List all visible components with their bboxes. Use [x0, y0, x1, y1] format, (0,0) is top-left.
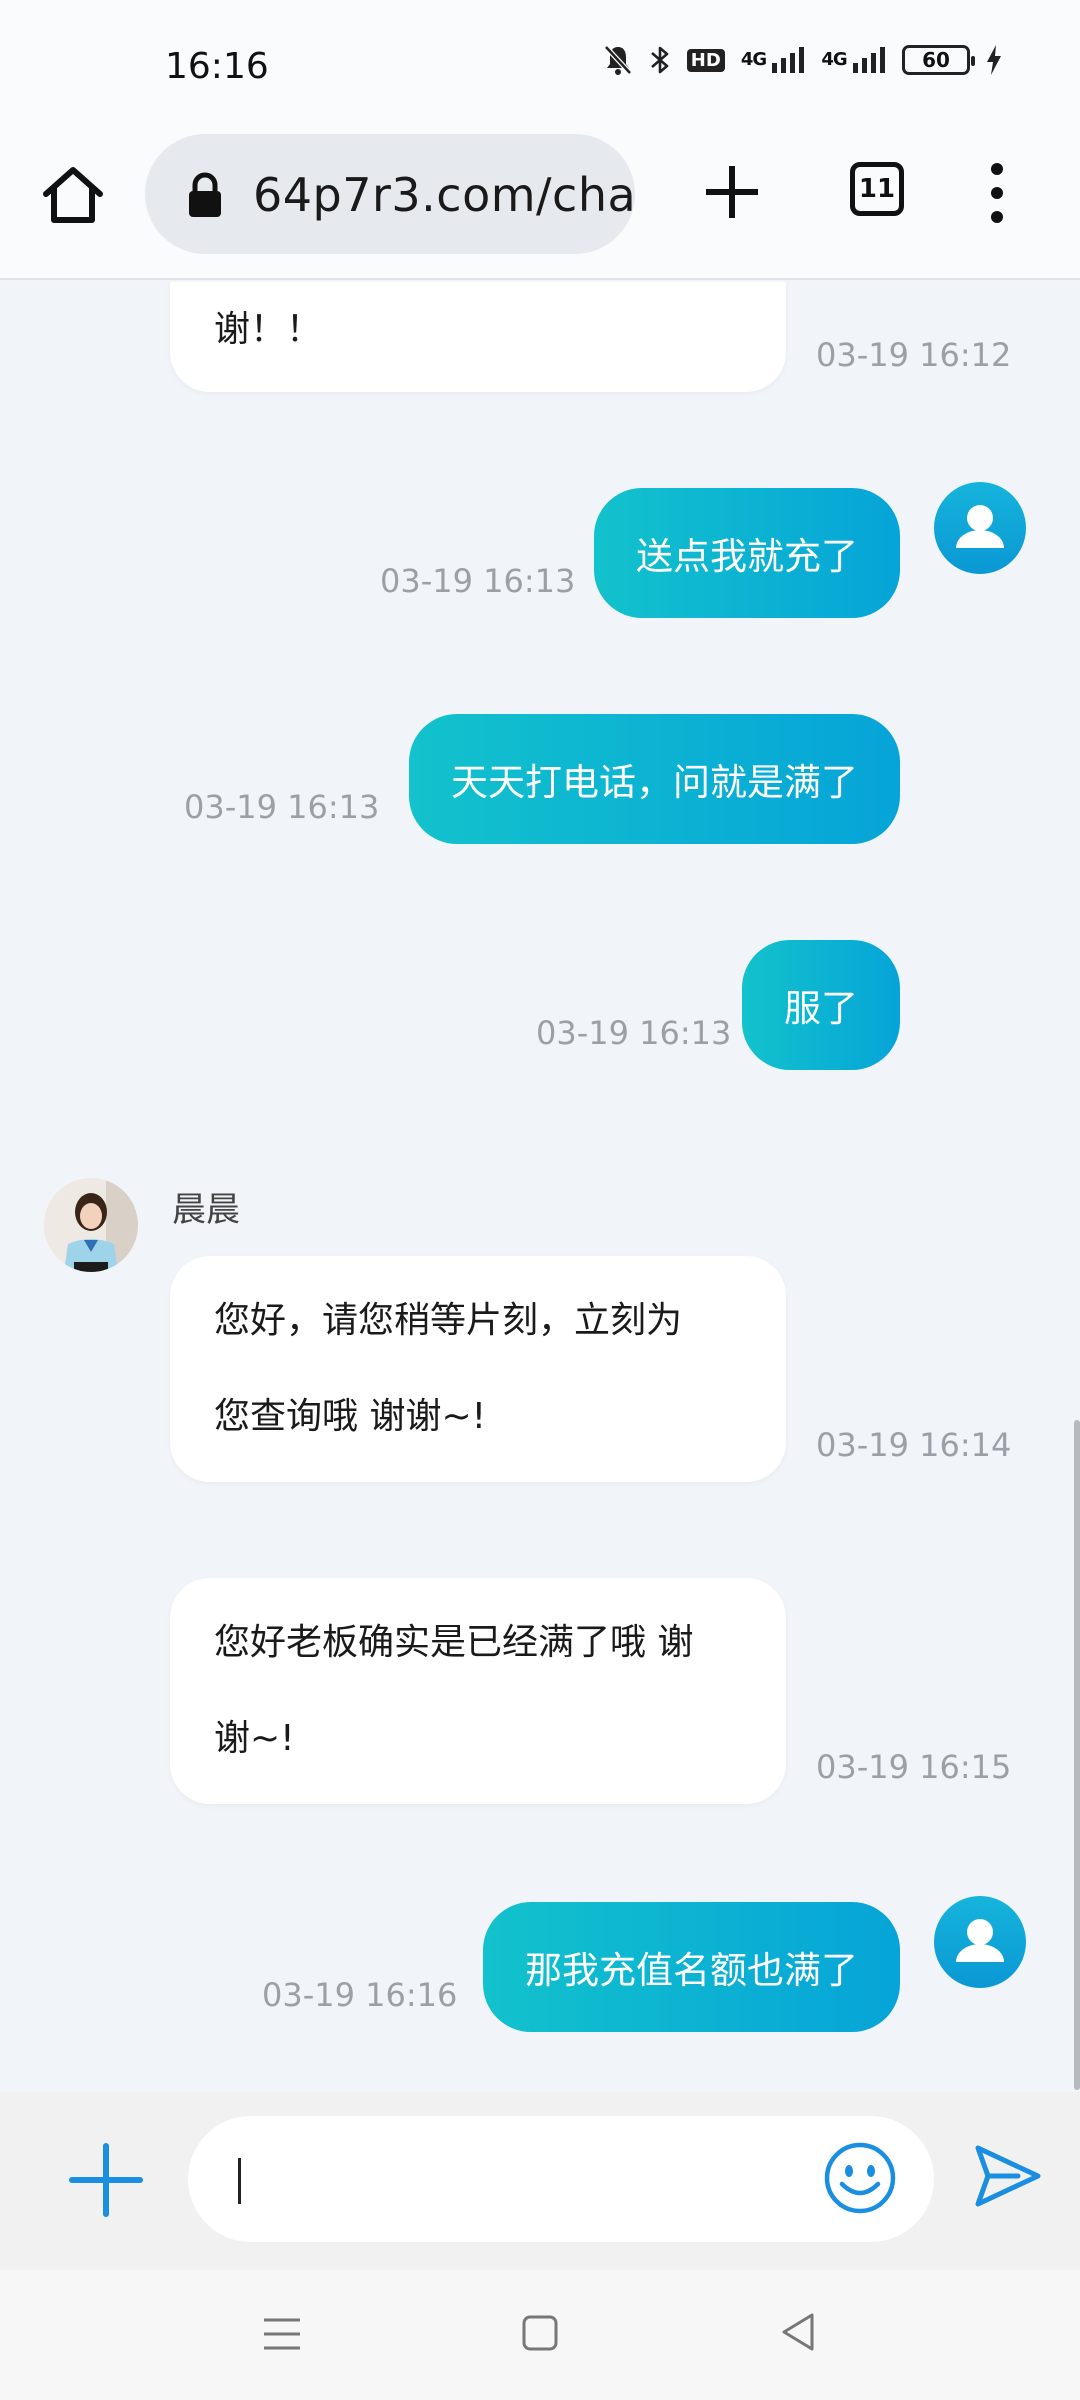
emoji-icon[interactable] — [822, 2140, 898, 2216]
user-avatar — [934, 1896, 1026, 1988]
agent-message: 您好老板确实是已经满了哦 谢 谢~! — [170, 1578, 786, 1804]
chat-area[interactable]: 谢！！ 03-19 16:12 送点我就充了 03-19 16:13 天天打电话… — [0, 282, 1080, 2090]
user-avatar — [934, 482, 1026, 574]
message-input[interactable] — [188, 2116, 934, 2242]
message-text-line: 您好，请您稍等片刻，立刻为 — [214, 1300, 683, 1341]
message-time: 03-19 16:12 — [816, 336, 1012, 374]
lock-icon — [189, 172, 221, 217]
message-text-line: 谢~! — [214, 1718, 295, 1759]
message-text-line: 您查询哦 谢谢~! — [214, 1396, 487, 1437]
send-icon[interactable] — [972, 2140, 1044, 2212]
menu-icon[interactable] — [982, 160, 1012, 226]
status-icons: HD 4G 4G 60 — [603, 44, 1002, 76]
back-icon[interactable] — [780, 2312, 816, 2352]
message-time: 03-19 16:14 — [816, 1426, 1012, 1464]
status-time: 16:16 — [165, 46, 269, 87]
message-time: 03-19 16:16 — [262, 1976, 458, 2014]
new-tab-icon[interactable] — [700, 160, 764, 224]
user-message: 那我充值名额也满了 — [483, 1902, 900, 2032]
hd-icon: HD — [686, 48, 725, 72]
system-nav-bar — [0, 2270, 1080, 2400]
agent-message: 您好，请您稍等片刻，立刻为 您查询哦 谢谢~! — [170, 1256, 786, 1482]
agent-avatar — [44, 1178, 138, 1272]
browser-toolbar: 64p7r3.com/chat 11 — [0, 130, 1080, 280]
message-text-line: 您好老板确实是已经满了哦 谢 — [214, 1622, 694, 1663]
user-message: 送点我就充了 — [594, 488, 900, 618]
network-type-label: 4G — [821, 49, 847, 70]
chat-scrollbar[interactable] — [1074, 1420, 1080, 2090]
home-icon[interactable] — [38, 160, 108, 230]
message-time: 03-19 16:13 — [380, 562, 576, 600]
user-message: 天天打电话，问就是满了 — [409, 714, 900, 844]
tabs-icon[interactable]: 11 — [850, 162, 904, 216]
user-message: 服了 — [742, 940, 900, 1070]
message-text: 谢！！ — [214, 309, 323, 350]
url-text: 64p7r3.com/chat — [253, 168, 635, 222]
message-text: 那我充值名额也满了 — [525, 1949, 858, 1992]
status-bar: 16:16 HD 4G 4G 60 — [0, 0, 1080, 130]
agent-name: 晨晨 — [172, 1190, 240, 1230]
signal-icon: 4G — [821, 47, 886, 73]
battery-icon: 60 — [902, 45, 975, 75]
tab-count: 11 — [858, 174, 896, 204]
address-bar[interactable]: 64p7r3.com/chat — [145, 134, 635, 254]
agent-message: 谢！！ — [170, 282, 786, 392]
plus-icon[interactable] — [66, 2140, 146, 2220]
recent-apps-icon[interactable] — [262, 2314, 302, 2354]
bluetooth-icon — [650, 46, 669, 74]
message-text: 天天打电话，问就是满了 — [451, 761, 858, 804]
network-type-label: 4G — [740, 49, 767, 70]
user-icon — [956, 1919, 1004, 1962]
signal-icon: 4G — [741, 47, 806, 73]
message-text: 送点我就充了 — [636, 535, 858, 578]
text-caret — [238, 2158, 241, 2204]
charging-icon — [987, 45, 1001, 75]
message-time: 03-19 16:13 — [184, 788, 380, 826]
message-text: 服了 — [784, 987, 858, 1030]
user-icon — [956, 505, 1004, 548]
message-input-bar — [0, 2092, 1080, 2270]
mute-icon — [603, 45, 632, 75]
message-time: 03-19 16:13 — [536, 1014, 732, 1052]
nav-home-icon[interactable] — [522, 2314, 558, 2352]
agent-photo — [44, 1178, 138, 1272]
message-time: 03-19 16:15 — [816, 1748, 1012, 1786]
